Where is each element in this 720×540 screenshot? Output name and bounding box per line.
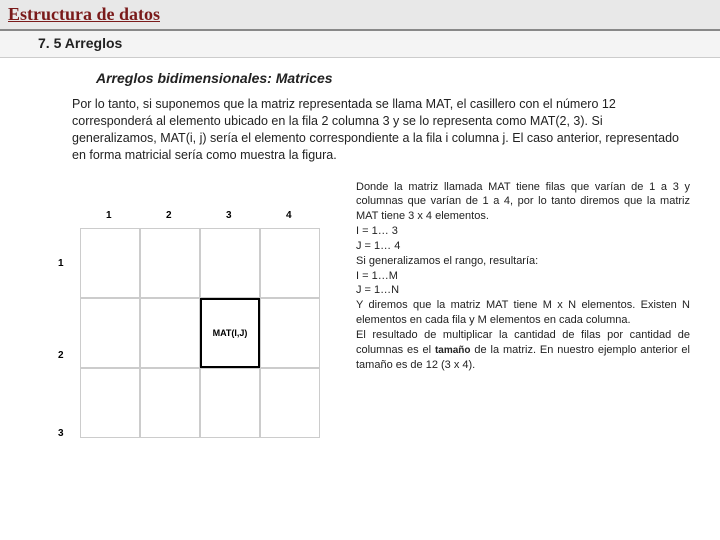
- matrix-grid: MAT(I,J): [80, 228, 320, 438]
- col-label-3: 3: [226, 210, 232, 221]
- right-line-i: I = 1… 3: [356, 224, 690, 239]
- cell-highlight: MAT(I,J): [200, 298, 260, 368]
- col-label-1: 1: [106, 210, 112, 221]
- right-text-column: Donde la matriz llamada MAT tiene filas …: [356, 180, 700, 460]
- cell: [260, 228, 320, 298]
- cell: [140, 368, 200, 438]
- right-p3: Y diremos que la matriz MAT tiene M x N …: [356, 298, 690, 328]
- cell: [80, 298, 140, 368]
- right-p4-bold: tamaño: [435, 345, 471, 356]
- intro-paragraph: Por lo tanto, si suponemos que la matriz…: [0, 96, 720, 174]
- right-p1: Donde la matriz llamada MAT tiene filas …: [356, 180, 690, 225]
- matrix-figure: 1 2 3 4 1 2 3 MAT(I,J): [40, 210, 330, 460]
- cell: [200, 368, 260, 438]
- page-title: Estructura de datos: [8, 4, 160, 24]
- right-p4: El resultado de multiplicar la cantidad …: [356, 328, 690, 373]
- title-bar: Estructura de datos: [0, 0, 720, 31]
- right-p2: Si generalizamos el rango, resultaría:: [356, 254, 690, 269]
- right-line-im: I = 1…M: [356, 269, 690, 284]
- cell: [140, 298, 200, 368]
- cell: [200, 228, 260, 298]
- right-line-j: J = 1… 4: [356, 239, 690, 254]
- cell: [260, 368, 320, 438]
- page-subtitle: 7. 5 Arreglos: [38, 35, 122, 51]
- figure-column: 1 2 3 4 1 2 3 MAT(I,J): [40, 180, 340, 460]
- col-label-4: 4: [286, 210, 292, 221]
- row-label-3: 3: [58, 428, 64, 439]
- subtitle-bar: 7. 5 Arreglos: [0, 31, 720, 58]
- right-line-jn: J = 1…N: [356, 283, 690, 298]
- cell: [140, 228, 200, 298]
- cell: [80, 368, 140, 438]
- section-heading: Arreglos bidimensionales: Matrices: [0, 58, 720, 96]
- cell-highlight-label: MAT(I,J): [213, 328, 248, 338]
- cell: [260, 298, 320, 368]
- content-row: 1 2 3 4 1 2 3 MAT(I,J) Dond: [0, 174, 720, 460]
- row-label-1: 1: [58, 258, 64, 269]
- cell: [80, 228, 140, 298]
- row-label-2: 2: [58, 350, 64, 361]
- col-label-2: 2: [166, 210, 172, 221]
